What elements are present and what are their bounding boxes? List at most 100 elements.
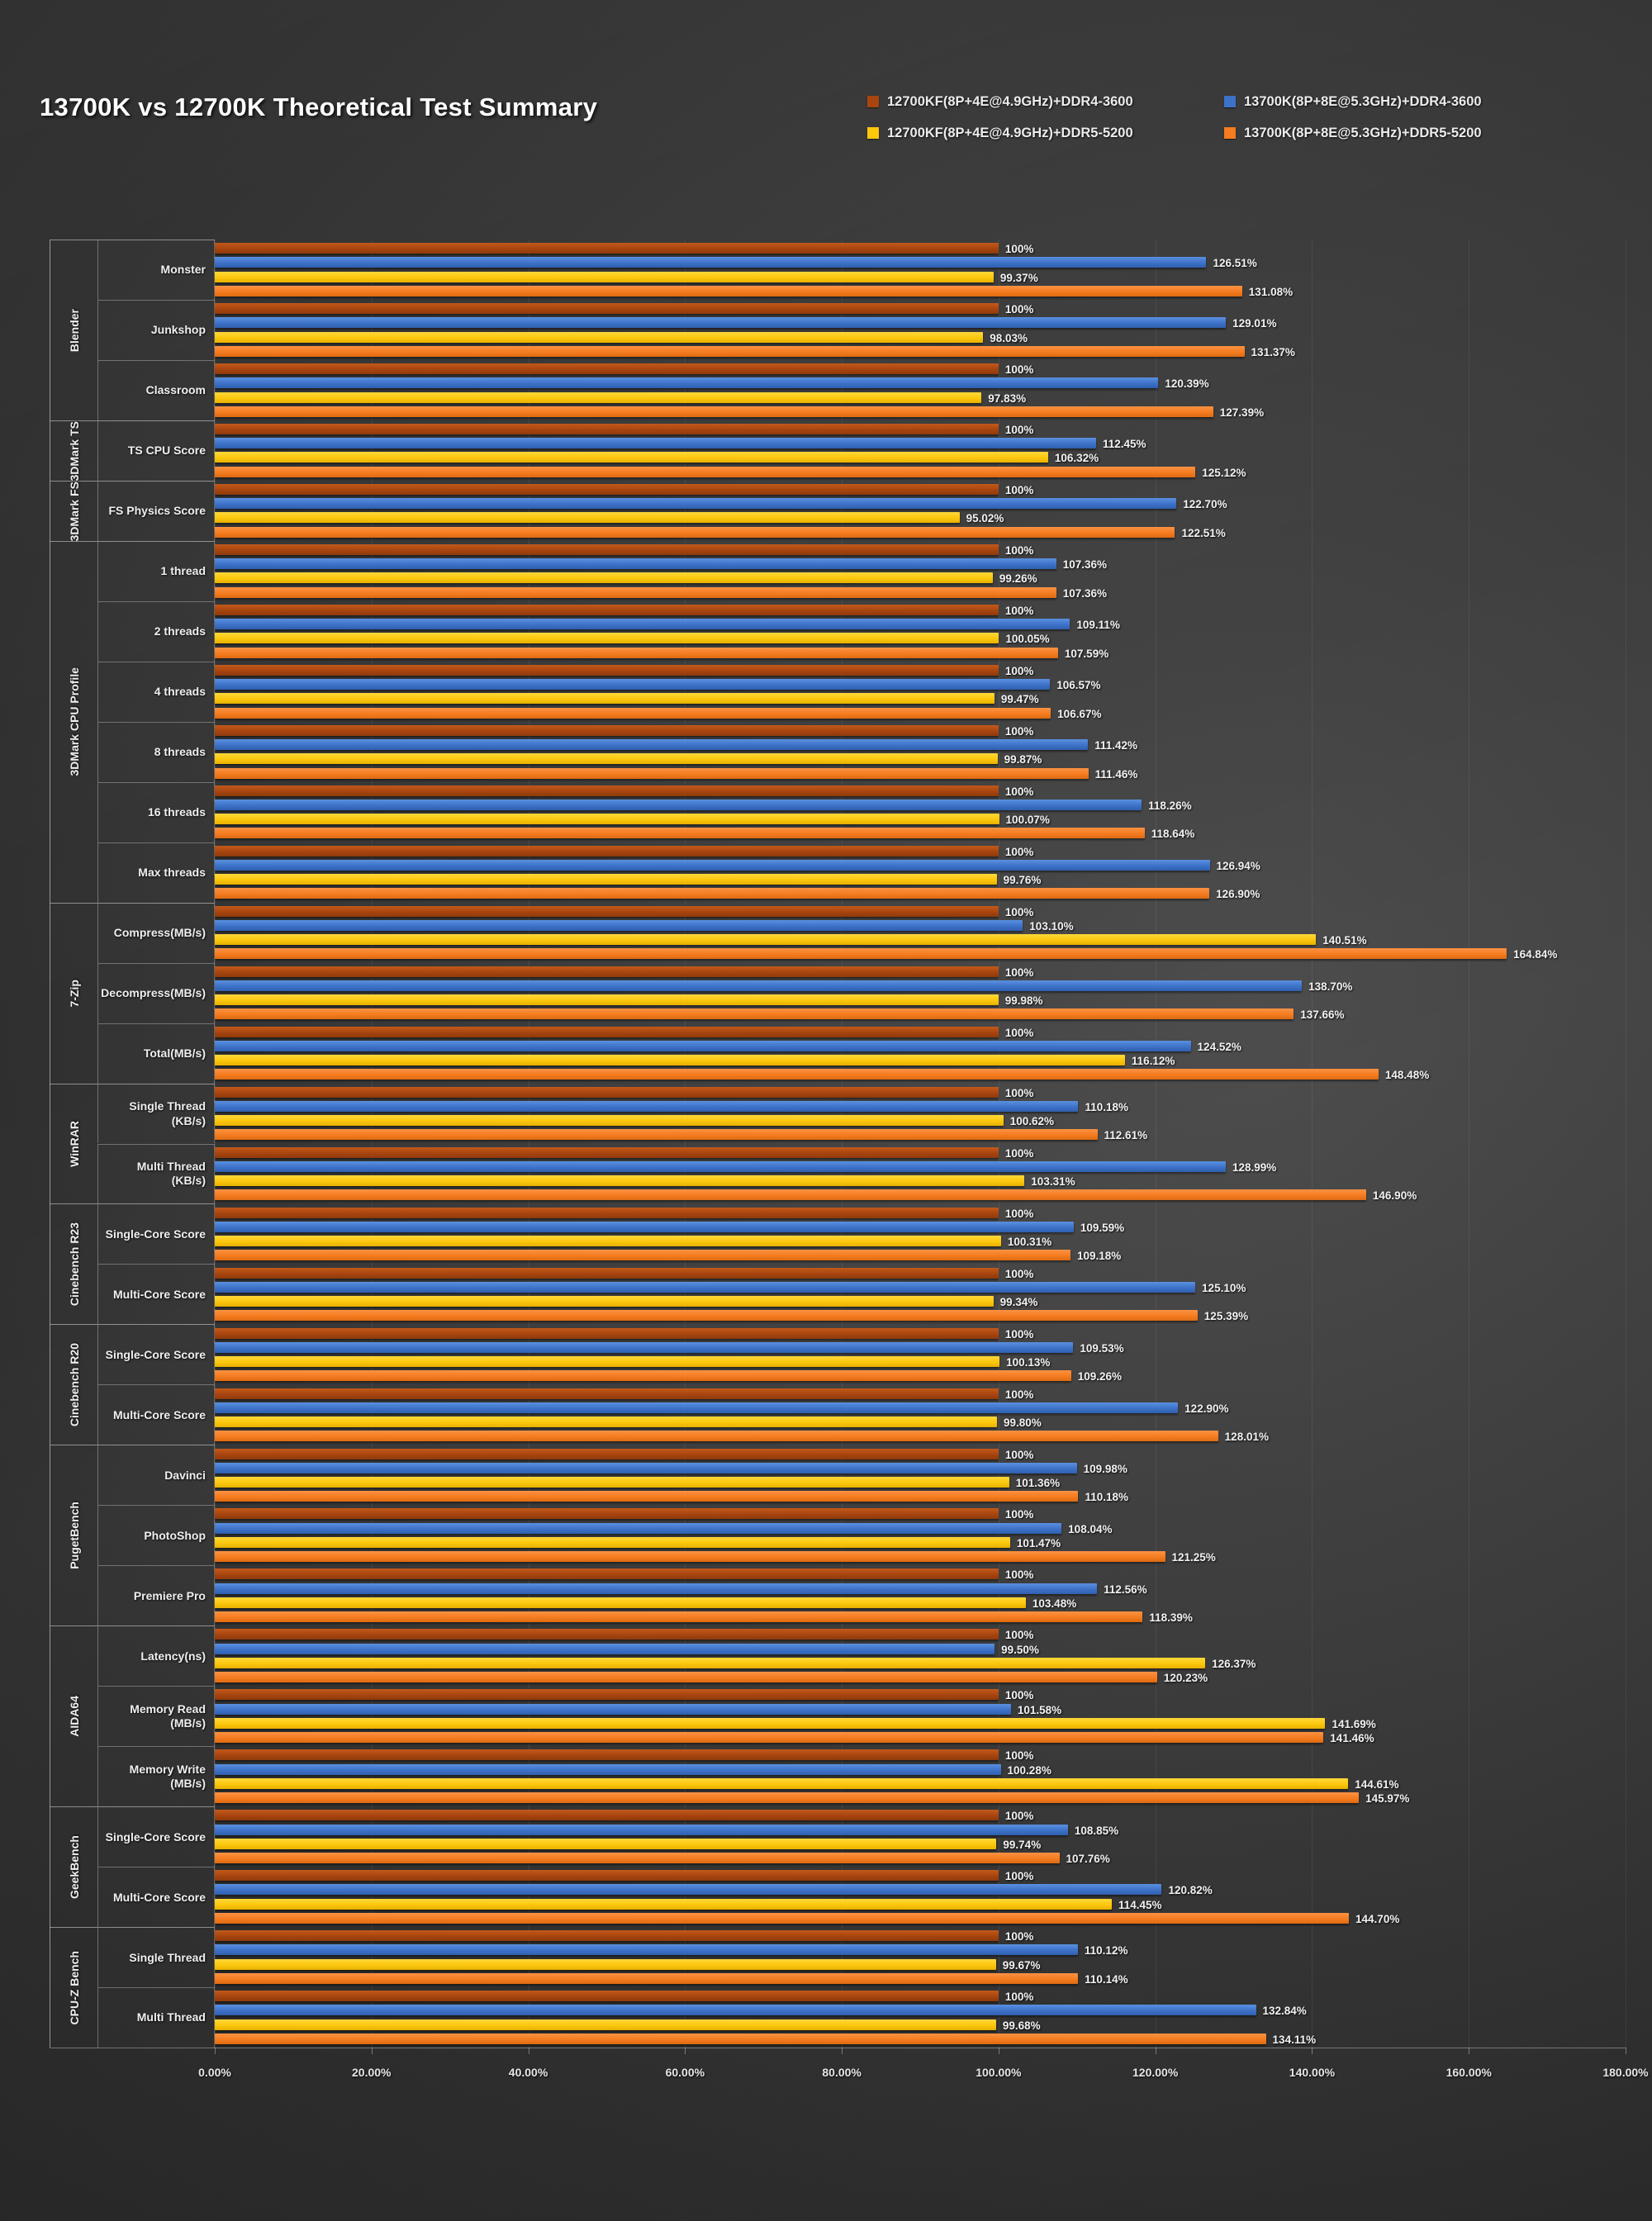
bar[interactable] [215,285,1242,297]
bar[interactable] [215,1388,999,1399]
bar[interactable] [215,1402,1179,1413]
bar[interactable] [215,406,1213,417]
bar[interactable] [215,1175,1025,1187]
bar[interactable] [215,1026,999,1037]
bar[interactable] [215,905,999,917]
bar[interactable] [215,1870,999,1882]
bar[interactable] [215,679,1051,691]
bar[interactable] [215,693,995,705]
bar[interactable] [215,1370,1071,1382]
bar[interactable] [215,1551,1165,1563]
bar[interactable] [215,1777,1349,1789]
bar[interactable] [215,1629,999,1640]
bar[interactable] [215,484,999,496]
bar[interactable] [215,526,1175,538]
bar[interactable] [215,317,1227,329]
bar[interactable] [215,1972,1079,1984]
bar[interactable] [215,1310,1198,1322]
bar[interactable] [215,558,1056,570]
bar[interactable] [215,664,999,676]
bar[interactable] [215,1643,995,1654]
bar[interactable] [215,647,1058,658]
bar[interactable] [215,1462,1077,1474]
bar[interactable] [215,1958,996,1970]
bar[interactable] [215,1129,1098,1141]
bar[interactable] [215,920,1023,932]
bar[interactable] [215,1717,1326,1729]
bar[interactable] [215,1568,999,1580]
bar[interactable] [215,966,999,977]
bar[interactable] [215,1810,999,1821]
bar[interactable] [215,888,1210,899]
bar[interactable] [215,544,999,556]
bar[interactable] [215,1611,1143,1623]
bar[interactable] [215,785,999,796]
bar[interactable] [215,512,960,524]
bar[interactable] [215,1824,1068,1835]
bar[interactable] [215,1448,999,1459]
bar[interactable] [215,1267,999,1279]
bar[interactable] [215,1115,1004,1127]
bar[interactable] [215,2019,996,2030]
bar[interactable] [215,1355,1000,1367]
bar[interactable] [215,331,984,343]
bar[interactable] [215,1522,1062,1534]
bar[interactable] [215,1536,1010,1548]
bar[interactable] [215,1476,1009,1488]
bar[interactable] [215,1491,1079,1502]
bar[interactable] [215,1749,999,1761]
bar[interactable] [215,1069,1379,1080]
bar[interactable] [215,1189,1366,1201]
bar[interactable] [215,1236,1001,1247]
bar[interactable] [215,739,1089,751]
bar[interactable] [215,604,999,615]
bar[interactable] [215,724,999,736]
bar[interactable] [215,800,1142,811]
bar[interactable] [215,498,1177,510]
bar[interactable] [215,633,999,644]
bar[interactable] [215,1991,999,2002]
bar[interactable] [215,1055,1125,1066]
bar[interactable] [215,392,982,403]
bar[interactable] [215,1703,1011,1715]
bar[interactable] [215,707,1051,719]
bar[interactable] [215,1852,1060,1863]
bar[interactable] [215,586,1056,598]
bar[interactable] [215,767,1089,779]
bar[interactable] [215,1160,1226,1172]
bar[interactable] [215,1281,1196,1293]
bar[interactable] [215,572,993,584]
bar[interactable] [215,1207,999,1218]
bar[interactable] [215,377,1159,389]
bar[interactable] [215,1884,1162,1896]
bar[interactable] [215,243,999,254]
bar[interactable] [215,1731,1324,1743]
bar[interactable] [215,1792,1360,1803]
bar[interactable] [215,1040,1191,1051]
bar[interactable] [215,1930,999,1942]
bar[interactable] [215,1416,997,1427]
bar[interactable] [215,1327,999,1339]
bar[interactable] [215,980,1303,991]
bar[interactable] [215,1341,1074,1353]
bar[interactable] [215,934,1317,946]
bar[interactable] [215,619,1070,630]
bar[interactable] [215,1838,997,1849]
bar[interactable] [215,1689,999,1701]
bar[interactable] [215,303,999,315]
bar[interactable] [215,1763,1001,1775]
bar[interactable] [215,271,994,282]
bar[interactable] [215,2033,1266,2044]
bar[interactable] [215,860,1210,871]
bar[interactable] [215,845,999,857]
bar[interactable] [215,753,998,765]
bar[interactable] [215,1944,1078,1956]
bar[interactable] [215,828,1145,839]
bar[interactable] [215,363,999,375]
bar[interactable] [215,466,1196,477]
bar[interactable] [215,1672,1157,1682]
bar[interactable] [215,345,1245,357]
bar[interactable] [215,948,1507,960]
bar[interactable] [215,1100,1079,1112]
bar[interactable] [215,2005,1256,2016]
